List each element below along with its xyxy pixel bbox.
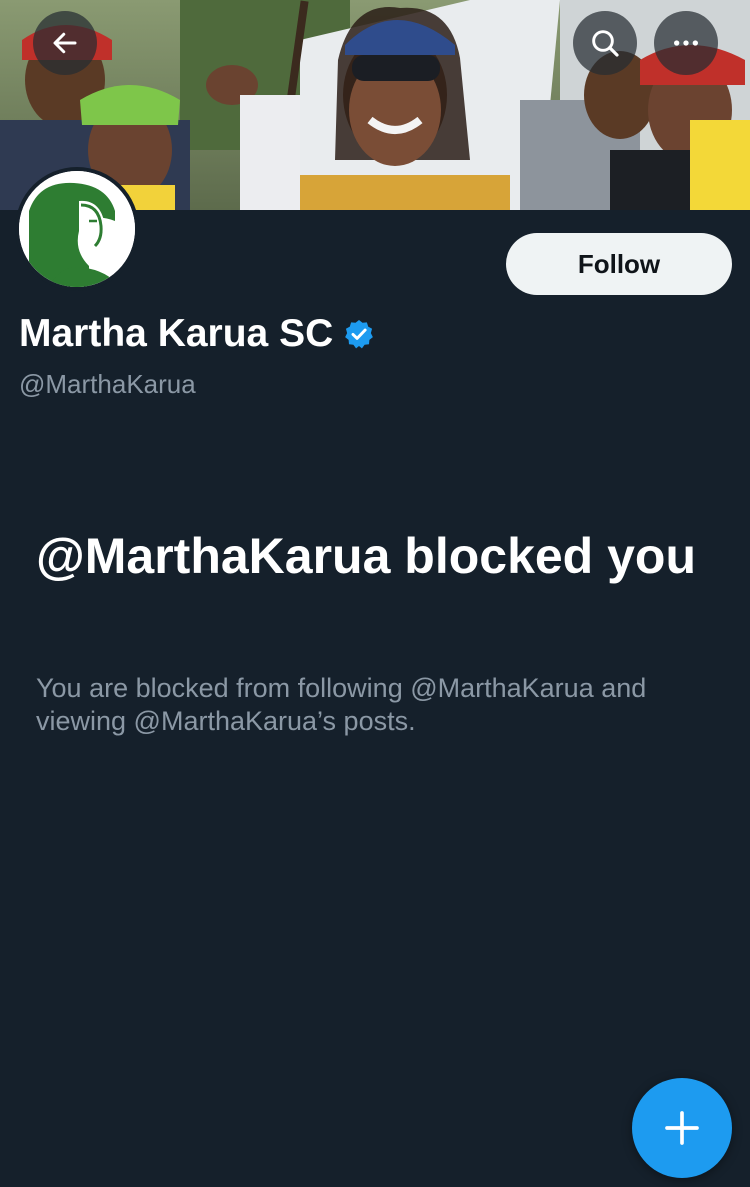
arrow-left-icon [53, 32, 77, 54]
search-icon [592, 30, 619, 57]
back-button[interactable] [33, 11, 97, 75]
profile-avatar[interactable] [15, 167, 139, 291]
follow-button[interactable]: Follow [506, 233, 732, 295]
profile-handle: @MarthaKarua [19, 369, 196, 399]
plus-icon [665, 1111, 699, 1145]
blocked-description: You are blocked from following @MarthaKa… [36, 673, 647, 736]
compose-post-button[interactable] [632, 1078, 732, 1178]
verified-badge-icon [345, 320, 374, 349]
search-button[interactable] [573, 11, 637, 75]
more-horizontal-icon [674, 40, 698, 46]
avatar-image [19, 171, 135, 287]
display-name: Martha Karua SC [19, 312, 334, 355]
blocked-title: @MarthaKarua blocked you [36, 528, 697, 584]
display-name-row: Martha Karua SC [19, 308, 375, 360]
more-options-button[interactable] [654, 11, 718, 75]
